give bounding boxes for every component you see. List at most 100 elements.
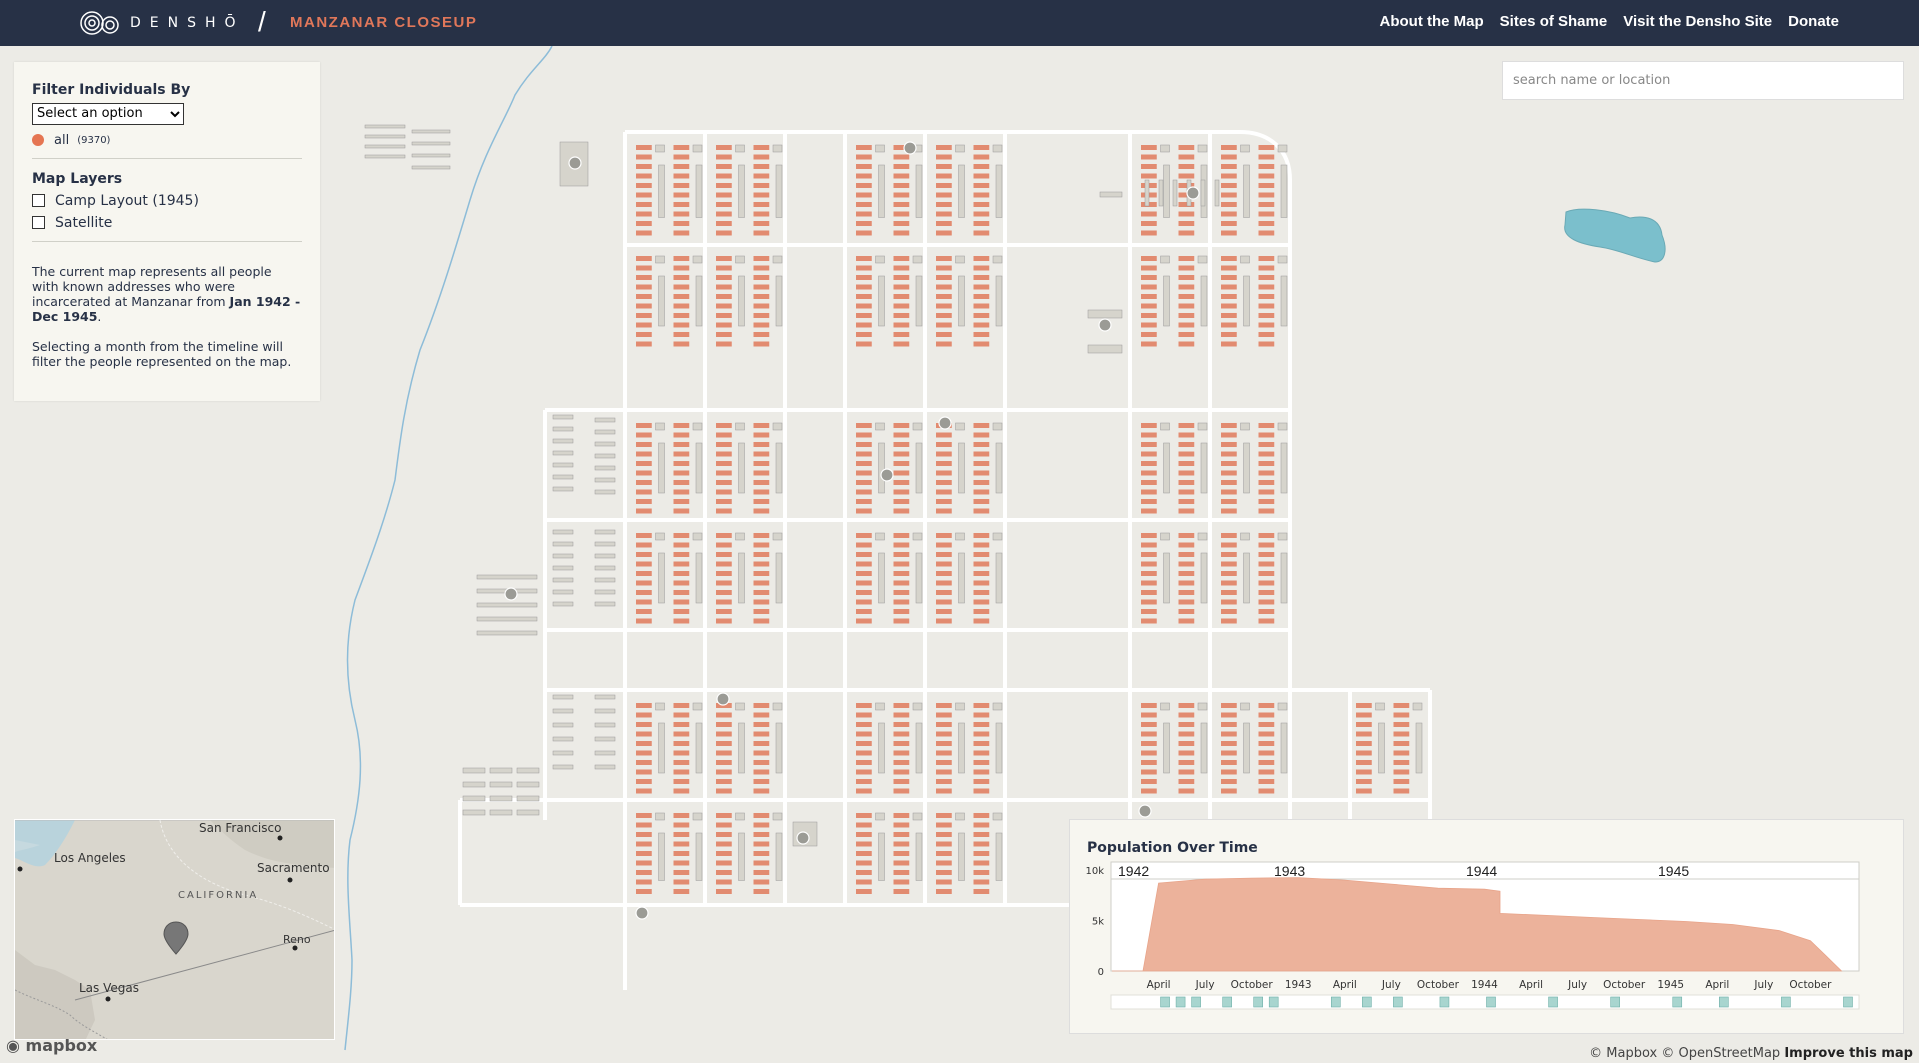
residence-dots (893, 265, 910, 271)
building (594, 694, 616, 700)
residence-dots (893, 432, 910, 438)
residence-dots (1258, 580, 1275, 586)
mapbox-logo-text: mapbox (25, 1036, 98, 1055)
residence-dots (936, 221, 952, 226)
layer-camp-layout[interactable]: Camp Layout (1945) (32, 193, 302, 209)
timeline-event-marker (1610, 996, 1620, 1008)
residence-dots (893, 813, 910, 818)
residence-dots (856, 590, 872, 595)
inset-map[interactable]: San Francisco Los Angeles Sacramento CAL… (14, 819, 335, 1040)
x-tick-label: 1945 (1657, 979, 1684, 991)
building (775, 552, 783, 604)
residence-dots (716, 879, 732, 885)
residence-dots (753, 499, 770, 504)
residence-dots (753, 542, 770, 548)
residence-dots (716, 275, 732, 280)
residence-dots (936, 183, 952, 188)
residence-dots (1141, 489, 1157, 495)
population-chart[interactable]: 1942 1943 1944 1945 10k 5k 0 April July October 19… (1070, 820, 1905, 1035)
nav-visit-densho[interactable]: Visit the Densho Site (1623, 13, 1772, 30)
residence-dots (673, 760, 690, 765)
residence-dots (1178, 480, 1195, 485)
residence-dots (973, 489, 990, 495)
layer-satellite[interactable]: Satellite (32, 215, 302, 231)
residence-dots (716, 489, 732, 495)
nav-donate[interactable]: Donate (1788, 13, 1839, 30)
residence-dots (1141, 750, 1157, 756)
building (594, 601, 616, 607)
inset-label-reno: Reno (283, 933, 311, 946)
san-francisco-marker (277, 835, 283, 841)
improve-map-link[interactable]: Improve this map (1784, 1046, 1913, 1061)
building (1240, 255, 1250, 264)
app-title[interactable]: MANZANAR CLOSEUP (290, 14, 477, 31)
residence-dots (936, 760, 952, 765)
residence-dots (716, 173, 732, 179)
inset-map-canvas[interactable]: San Francisco Los Angeles Sacramento CAL… (15, 820, 335, 1040)
timeline-event-marker (1548, 996, 1558, 1008)
satellite-checkbox[interactable] (32, 216, 45, 229)
y-tick-label: 5k (1092, 917, 1104, 928)
residence-dots (893, 499, 910, 504)
building (912, 702, 923, 711)
residence-dots (936, 265, 952, 271)
residence-dots (1178, 769, 1195, 775)
building (516, 809, 540, 816)
attribution-mapbox[interactable]: © Mapbox (1589, 1046, 1657, 1061)
building (594, 764, 616, 770)
building (411, 129, 451, 134)
residence-dots (856, 294, 872, 299)
residence-dots (1258, 561, 1275, 567)
residence-dots (636, 489, 652, 495)
residence-dots (1178, 451, 1195, 457)
filter-select[interactable]: Select an option (32, 102, 184, 125)
nav-sites-of-shame[interactable]: Sites of Shame (1500, 13, 1608, 30)
residence-dots (893, 284, 910, 290)
residence-dots (973, 313, 990, 318)
mapbox-logo[interactable]: ◉ mapbox (6, 1036, 97, 1055)
residence-dots (1258, 731, 1275, 737)
building (1277, 532, 1288, 541)
residence-dots (716, 230, 732, 236)
residence-dots (673, 788, 690, 794)
residence-dots (673, 508, 690, 514)
residence-dots (1141, 480, 1157, 485)
densho-logo[interactable]: DENSHŌ (80, 6, 245, 40)
residence-dots (673, 489, 690, 495)
residence-dots (856, 860, 872, 866)
residence-dots (1141, 332, 1157, 337)
nav-about-map[interactable]: About the Map (1380, 13, 1484, 30)
residence-dots (1178, 703, 1195, 708)
year-label: 1944 (1466, 863, 1497, 879)
building (1243, 722, 1250, 774)
residence-dots (1178, 470, 1195, 476)
residence-dots (716, 183, 732, 188)
residence-dots (893, 841, 910, 847)
residence-dots (936, 461, 952, 466)
brand-name: DENSHŌ (130, 15, 245, 31)
building (552, 694, 574, 700)
search-input[interactable]: search name or location (1502, 61, 1904, 100)
building (594, 722, 616, 728)
residence-dots (1221, 788, 1237, 794)
residence-dots (1178, 571, 1195, 576)
camp-layout-checkbox[interactable] (32, 194, 45, 207)
residence-dots (973, 183, 990, 188)
residence-dots (1393, 769, 1410, 775)
residence-dots (856, 202, 872, 207)
residence-dots (1178, 294, 1195, 299)
residence-dots (673, 341, 690, 347)
building (692, 532, 703, 541)
residence-dots (716, 741, 732, 746)
attribution-osm[interactable]: © OpenStreetMap (1661, 1046, 1780, 1061)
building (462, 767, 486, 774)
residence-dots (893, 423, 910, 428)
building (1163, 275, 1170, 327)
x-tick-label: April (1333, 979, 1357, 991)
residence-dots (893, 221, 910, 226)
residence-dots (1356, 722, 1372, 727)
residence-dots (856, 731, 872, 737)
all-filter-row[interactable]: all (9370) (32, 133, 302, 148)
building (516, 767, 540, 774)
residence-dots (636, 870, 652, 875)
